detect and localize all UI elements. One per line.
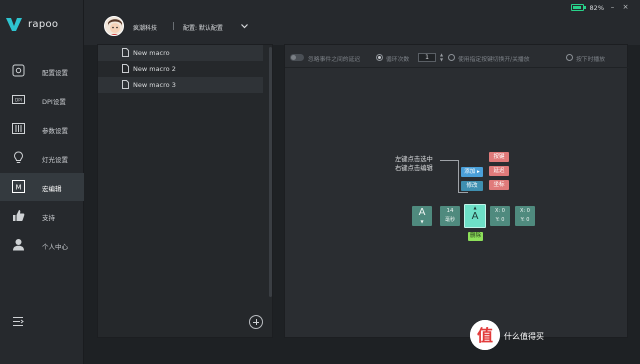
- dpi-icon: DPI: [12, 95, 25, 104]
- sidebar-item-label: 支持: [42, 214, 55, 222]
- document-icon: [122, 80, 129, 89]
- sidebar-item-label: 个人中心: [42, 243, 68, 251]
- minimize-icon[interactable]: –: [608, 3, 617, 12]
- toolbar-divider: [285, 67, 629, 68]
- coord-x: X: 0: [520, 208, 530, 214]
- coord-block[interactable]: X: 0 Y: 0: [490, 206, 510, 226]
- loop-count-radio[interactable]: [376, 54, 383, 61]
- close-icon[interactable]: ×: [621, 3, 630, 12]
- config-selector-label[interactable]: 配置: 默认配置: [183, 23, 223, 32]
- sidebar-item-label: 参数设置: [42, 127, 68, 135]
- loop-count-stepper[interactable]: 1: [418, 53, 436, 62]
- macro-icon: M: [12, 180, 25, 193]
- coord-y: Y: 0: [520, 217, 530, 223]
- connector-line: [440, 160, 458, 161]
- editor-toolbar: 忽略事件之间的延迟 循环次数 1 ▲ ▼ 使用指定按键切换开/关播放 按下时播放: [285, 50, 629, 66]
- connector-line: [458, 160, 459, 192]
- connector-line: [458, 192, 468, 193]
- sidebar-item-label: 灯光设置: [42, 156, 68, 164]
- loop-count-label: 循环次数: [386, 57, 410, 63]
- svg-text:值: 值: [477, 326, 493, 345]
- ignore-delay-toggle[interactable]: [290, 54, 304, 61]
- coord-x: X: 0: [495, 208, 505, 214]
- macro-name: New macro 3: [133, 81, 176, 89]
- list-item[interactable]: New macro 3: [98, 77, 263, 93]
- arrow-down-icon: ▼: [420, 219, 424, 224]
- sidebar-item-label: DPI设置: [42, 98, 66, 106]
- sidebar-item-support[interactable]: 支持: [0, 202, 84, 230]
- user-icon: [13, 239, 24, 251]
- delay-block[interactable]: 14 毫秒: [440, 206, 460, 226]
- svg-text:M: M: [15, 184, 21, 192]
- list-item[interactable]: New macro: [98, 45, 263, 61]
- macro-list-panel: New macro New macro 2 New macro 3: [97, 44, 273, 338]
- document-icon: [122, 64, 129, 73]
- bulb-icon: [13, 151, 24, 163]
- toggle-mode-radio[interactable]: [448, 54, 455, 61]
- sidebar-item-params[interactable]: 参数设置: [0, 115, 84, 143]
- stepper-arrows-icon[interactable]: ▲ ▼: [439, 52, 444, 62]
- ignore-delay-label: 忽略事件之间的延迟: [308, 57, 361, 63]
- add-delay-menu-item[interactable]: 延迟: [489, 166, 509, 176]
- modify-menu-button[interactable]: 修改: [461, 181, 483, 191]
- sliders-icon: [12, 123, 25, 134]
- document-icon: [122, 48, 129, 57]
- sidebar-item-config[interactable]: 配置设置: [0, 57, 84, 85]
- delay-value: 14: [446, 208, 454, 214]
- username: 疯潮科技: [133, 25, 158, 32]
- coord-y: Y: 0: [495, 217, 505, 223]
- add-menu-button[interactable]: 添加 ▸: [461, 167, 483, 177]
- brand-logo: rapoo: [6, 18, 58, 31]
- list-item[interactable]: New macro 2: [98, 61, 263, 77]
- scrollbar[interactable]: [269, 47, 272, 297]
- macro-name: New macro: [133, 49, 170, 57]
- coord-block[interactable]: X: 0 Y: 0: [515, 206, 535, 226]
- header-divider: [173, 22, 174, 30]
- watermark-logo-icon: 值: [470, 320, 500, 350]
- watermark-text: 什么值得买: [504, 332, 544, 341]
- sidebar-item-label: 配置设置: [42, 69, 68, 77]
- key-label: A: [418, 207, 426, 218]
- hint-line-2: 右键点击编辑: [395, 165, 433, 172]
- window-status-bar: 82% – ×: [570, 3, 630, 12]
- hold-mode-label: 按下时播放: [576, 57, 605, 63]
- battery-level: 82%: [589, 3, 604, 12]
- rapoo-v-icon: [6, 18, 22, 31]
- delete-button[interactable]: 删除: [468, 232, 483, 241]
- hint-line-1: 左键点击选中: [395, 156, 433, 163]
- sidebar-item-dpi[interactable]: DPI DPI设置: [0, 86, 84, 114]
- avatar-face-icon: [105, 17, 123, 35]
- sidebar: rapoo 配置设置 DPI DPI设置 参数设置 灯光设置 M 宏编辑 支持 …: [0, 0, 84, 364]
- settings-icon: [12, 64, 25, 77]
- menu-collapse-icon[interactable]: [12, 315, 25, 328]
- avatar[interactable]: [104, 16, 124, 36]
- battery-icon: [570, 4, 586, 11]
- key-down-block[interactable]: A ▼: [412, 206, 432, 226]
- toggle-mode-label: 使用指定按键切换开/关播放: [458, 57, 530, 63]
- add-key-menu-item[interactable]: 按键: [489, 152, 509, 162]
- delay-unit: 毫秒: [444, 217, 455, 223]
- sidebar-item-macro[interactable]: M 宏编辑: [0, 173, 84, 201]
- thumbs-up-icon: [13, 210, 25, 221]
- sidebar-item-label: 宏编辑: [42, 185, 62, 193]
- key-up-block-selected[interactable]: ▲ A: [464, 204, 486, 228]
- brand-name: rapoo: [28, 19, 59, 30]
- macro-name: New macro 2: [133, 65, 176, 73]
- add-coord-menu-item[interactable]: 坐标: [489, 180, 509, 190]
- hold-mode-radio[interactable]: [566, 54, 573, 61]
- sidebar-item-lighting[interactable]: 灯光设置: [0, 144, 84, 172]
- chevron-down-icon[interactable]: [240, 22, 249, 30]
- macro-editor-panel: 忽略事件之间的延迟 循环次数 1 ▲ ▼ 使用指定按键切换开/关播放 按下时播放 …: [284, 44, 629, 338]
- key-label: A: [471, 211, 479, 222]
- sidebar-item-profile[interactable]: 个人中心: [0, 231, 84, 259]
- add-macro-button[interactable]: [249, 315, 263, 329]
- svg-text:DPI: DPI: [15, 98, 22, 103]
- top-header: 疯潮科技 配置: 默认配置 82% – ×: [84, 0, 640, 45]
